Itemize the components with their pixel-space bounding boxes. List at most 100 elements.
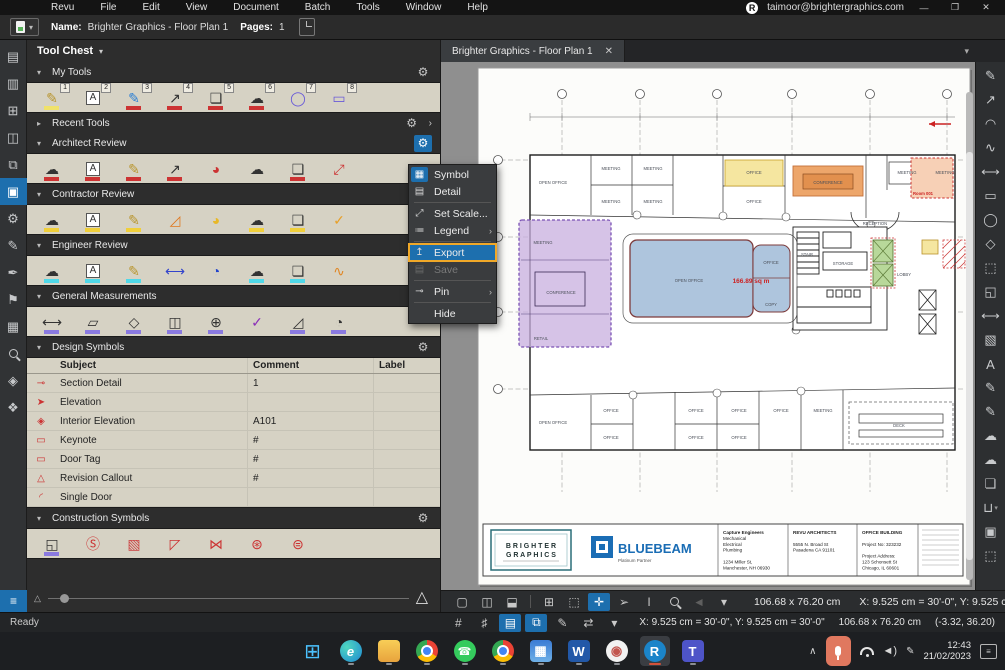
section-expand-icon[interactable]: › — [428, 118, 432, 129]
cloud-plus-tool-icon[interactable]: ☁ — [978, 424, 1004, 448]
panel-tool-chest-icon[interactable]: ▣ — [0, 178, 27, 205]
menu-window[interactable]: Window — [393, 2, 455, 13]
tool-diagonal-box[interactable]: ◸ — [163, 532, 187, 556]
taskbar-file-explorer[interactable] — [374, 636, 404, 666]
tool-polyline[interactable]: ∿ — [327, 259, 351, 283]
tool-hatch-circle[interactable]: ⊜ — [286, 532, 310, 556]
tool-rectangle[interactable]: ▭8 — [327, 86, 351, 110]
menu-item-symbol[interactable]: ▦Symbol — [409, 166, 496, 183]
tool-count[interactable]: ✓ — [327, 208, 351, 232]
zoom-button[interactable] — [663, 593, 685, 611]
taskbar-edge[interactable]: e — [336, 636, 366, 666]
section-architect-review[interactable]: ▾Architect Review⚙ — [27, 133, 440, 153]
tool-dimension[interactable]: ⟷ — [163, 259, 187, 283]
icon-size-slider[interactable]: △ △ — [34, 589, 428, 607]
tool-pie-chart[interactable]: ◕ — [204, 208, 228, 232]
tool-cloud-plus[interactable]: ☁ — [40, 157, 64, 181]
section-general-measurements[interactable]: ▾General Measurements⚙ — [27, 286, 440, 306]
tool-volume[interactable]: ◫ — [163, 310, 187, 334]
panel-bookmarks-icon[interactable]: ◫ — [0, 124, 27, 151]
table-row-interior-elevation[interactable]: ◈Interior ElevationA101 — [27, 412, 440, 431]
panel-links-icon[interactable]: ◈ — [0, 367, 27, 394]
sync-views-button[interactable]: ⧉ — [525, 614, 547, 632]
panel-settings-icon[interactable]: ⚙ — [0, 205, 27, 232]
menu-item-export[interactable]: ↥Export — [409, 244, 496, 261]
section-gear-icon[interactable]: ⚙ — [414, 510, 432, 527]
tool-cloud[interactable]: ☁6 — [245, 86, 269, 110]
tool-highlight[interactable]: ✎ — [122, 208, 146, 232]
tool-pie-chart[interactable]: ◔ — [204, 259, 228, 283]
panel-markup-summary-icon[interactable]: ✎ — [0, 232, 27, 259]
menu-item-detail[interactable]: ▤Detail — [409, 183, 496, 200]
menu-document[interactable]: Document — [220, 2, 292, 13]
tool-s-symbol[interactable]: Ⓢ — [81, 532, 105, 556]
wifi-icon[interactable] — [860, 647, 874, 655]
cloud-tool-icon[interactable]: ☁ — [978, 448, 1004, 472]
tool-callout[interactable]: ❏ — [286, 157, 310, 181]
section-design-symbols[interactable]: ▾Design Symbols⚙ — [27, 337, 440, 357]
highlight-tool-icon[interactable]: ✎ — [978, 376, 1004, 400]
tool-bowtie[interactable]: ⋈ — [204, 532, 228, 556]
page-setup-button[interactable]: ⊞ — [538, 593, 560, 611]
table-row-keynote[interactable]: ▭Keynote# — [27, 431, 440, 450]
table-row-door-tag[interactable]: ▭Door Tag# — [27, 450, 440, 469]
tool-cloud[interactable]: ☁ — [245, 157, 269, 181]
panel-layers-icon[interactable]: ❖ — [0, 394, 27, 421]
taskbar-photos[interactable]: ▦ — [526, 636, 556, 666]
panel-file-access-icon[interactable]: ⧉ — [0, 151, 27, 178]
table-row-single-door[interactable]: ◜Single Door — [27, 488, 440, 507]
menu-view[interactable]: View — [173, 2, 221, 13]
ellipse-tool-icon[interactable]: ◯ — [978, 208, 1004, 232]
section-gear-icon[interactable]: ⚙ — [414, 339, 432, 356]
tool-diameter[interactable]: ⊕ — [204, 310, 228, 334]
tool-callout[interactable]: ❏ — [286, 259, 310, 283]
panel-thumbnails-icon[interactable]: ⊞ — [0, 97, 27, 124]
table-row-section-detail[interactable]: ⊸Section Detail1 — [27, 374, 440, 393]
pen-blue-tool-icon[interactable]: ✎ — [978, 400, 1004, 424]
menu-item-pin[interactable]: ⊸Pin› — [409, 283, 496, 300]
close-button[interactable]: ✕ — [975, 2, 997, 13]
document-tab[interactable]: Brighter Graphics - Floor Plan 1 ✕ — [441, 40, 625, 62]
tool-hexagon[interactable]: ⊛ — [245, 532, 269, 556]
text-box-tool-icon[interactable]: A — [978, 352, 1004, 376]
tool-text-note[interactable]: A2 — [81, 86, 105, 110]
tool-area-cutout[interactable]: ◱ — [40, 532, 64, 556]
stamp-tool-icon[interactable]: ⊔▾ — [978, 496, 1004, 520]
dimension-tool-icon[interactable]: ⟷ — [978, 160, 1004, 184]
tool-count[interactable]: ✓ — [245, 310, 269, 334]
taskbar-whatsapp[interactable]: ☎ — [450, 636, 480, 666]
pdf-canvas[interactable]: B R I G H T E R G R A P H I C S BLUEBEAM… — [441, 62, 975, 590]
image-tool-icon[interactable]: ▣ — [978, 520, 1004, 544]
panel-properties-icon[interactable]: ▥ — [0, 70, 27, 97]
section-engineer-review[interactable]: ▾Engineer Review — [27, 235, 440, 255]
pen-icon[interactable]: ✎ — [906, 646, 914, 657]
tool-pie-chart[interactable]: ◕ — [204, 157, 228, 181]
menu-batch[interactable]: Batch — [292, 2, 344, 13]
markups-list-icon[interactable]: ≡ — [0, 590, 27, 612]
tool-callout[interactable]: ❏5 — [204, 86, 228, 110]
tool-slope[interactable]: ◿ — [163, 208, 187, 232]
table-row-revision-callout[interactable]: △Revision Callout# — [27, 469, 440, 488]
tool-length[interactable]: ⟷ — [40, 310, 64, 334]
menu-revu[interactable]: Revu — [38, 2, 87, 13]
tool-highlight[interactable]: ✎ — [122, 157, 146, 181]
menu-tools[interactable]: Tools — [343, 2, 392, 13]
markup-text[interactable]: Room 001 — [913, 191, 934, 196]
menu-edit[interactable]: Edit — [129, 2, 172, 13]
taskbar-teams[interactable]: T — [678, 636, 708, 666]
menu-file[interactable]: File — [87, 2, 129, 13]
canvas-scrollbar[interactable] — [966, 92, 973, 580]
section-contractor-review[interactable]: ▾Contractor Review — [27, 184, 440, 204]
menu-item-set-scale[interactable]: ⤢Set Scale... — [409, 205, 496, 222]
tool-highlight[interactable]: ✎ — [122, 259, 146, 283]
scrollbar-thumb[interactable] — [966, 152, 973, 560]
measure-area-tool-icon[interactable]: ⬚ — [978, 256, 1004, 280]
taskbar-chrome-2[interactable] — [488, 636, 518, 666]
taskbar-paint[interactable]: ◉ — [602, 636, 632, 666]
section-recent-tools[interactable]: ▸Recent Tools⚙› — [27, 113, 440, 133]
snap-button[interactable]: ♯ — [473, 614, 495, 632]
tool-cloud[interactable]: ☁ — [245, 259, 269, 283]
length-tool-icon[interactable]: ⟷ — [978, 304, 1004, 328]
pencil-tool-icon[interactable]: ✎ — [978, 64, 1004, 88]
tool-text-box[interactable]: A — [81, 157, 105, 181]
